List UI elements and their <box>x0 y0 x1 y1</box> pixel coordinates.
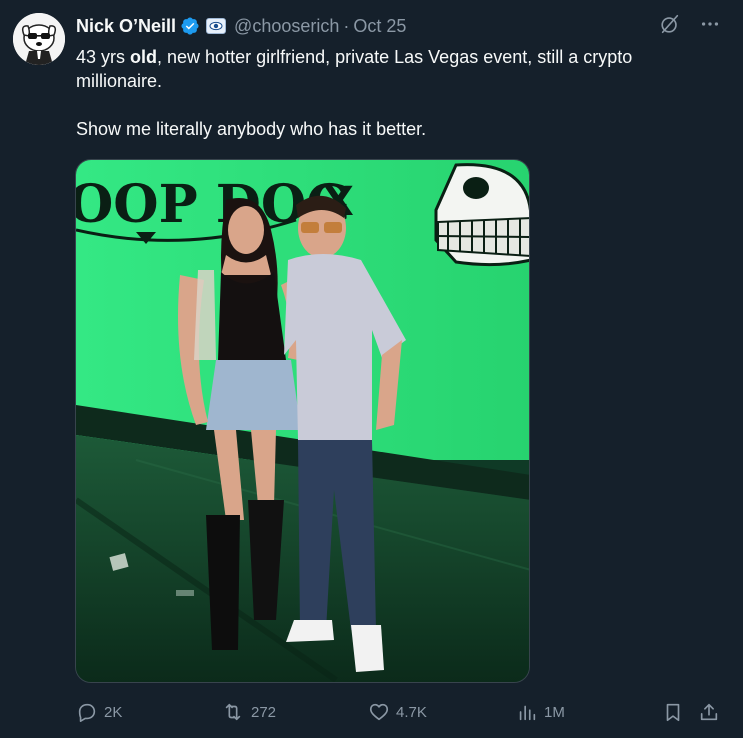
like-button[interactable]: 4.7K <box>368 698 427 726</box>
tweet-text-line2: Show me literally anybody who has it bet… <box>76 119 427 139</box>
text-bold-part: old <box>130 47 158 67</box>
text-part: 43 yrs <box>76 47 131 67</box>
author-handle[interactable]: @chooserich <box>234 16 339 37</box>
views-chart-icon <box>519 705 536 721</box>
repost-count: 272 <box>251 703 277 721</box>
reply-count: 2K <box>104 703 123 721</box>
share-button[interactable] <box>698 698 720 726</box>
tweet-text: 43 yrs old, new hotter girlfriend, priva… <box>76 45 716 141</box>
view-count: 1M <box>544 703 565 721</box>
share-icon <box>700 703 718 721</box>
tweet-header: Nick O’Neill @chooserich · Oct 25 <box>76 14 406 38</box>
separator-dot: · <box>343 15 350 36</box>
reply-button[interactable]: 2K <box>76 698 122 726</box>
more-options-icon[interactable] <box>699 13 721 35</box>
bookmark-icon <box>666 703 680 722</box>
text-part: , new hotter girlfriend, private Las Veg… <box>76 47 633 91</box>
reply-icon <box>78 703 96 722</box>
tweet-date[interactable]: Oct 25 <box>353 16 406 37</box>
views-button[interactable]: 1M <box>516 698 565 726</box>
like-count: 4.7K <box>396 703 427 721</box>
photo-couple-at-event: OOP DOG X <box>76 160 529 682</box>
tweet[interactable]: Nick O’Neill @chooserich · Oct 25 43 yrs… <box>0 0 743 738</box>
bookmark-button[interactable] <box>662 698 684 726</box>
skull-graphic <box>434 163 529 267</box>
repost-icon <box>225 703 241 721</box>
tweet-actions: 2K 272 4.7K 1M <box>76 698 726 726</box>
avatar-image <box>13 13 65 65</box>
heart-icon <box>369 703 389 721</box>
tweet-text-line1: 43 yrs old, new hotter girlfriend, priva… <box>76 45 716 93</box>
author-name[interactable]: Nick O’Neill <box>76 16 176 37</box>
affiliate-eye-badge-icon[interactable] <box>206 18 227 34</box>
grok-icon[interactable] <box>659 13 681 35</box>
tweet-top-actions <box>659 13 721 35</box>
verified-badge-icon[interactable] <box>180 16 200 36</box>
avatar[interactable] <box>13 13 65 65</box>
repost-button[interactable]: 272 <box>221 698 276 726</box>
tweet-photo[interactable]: OOP DOG X <box>75 159 530 683</box>
